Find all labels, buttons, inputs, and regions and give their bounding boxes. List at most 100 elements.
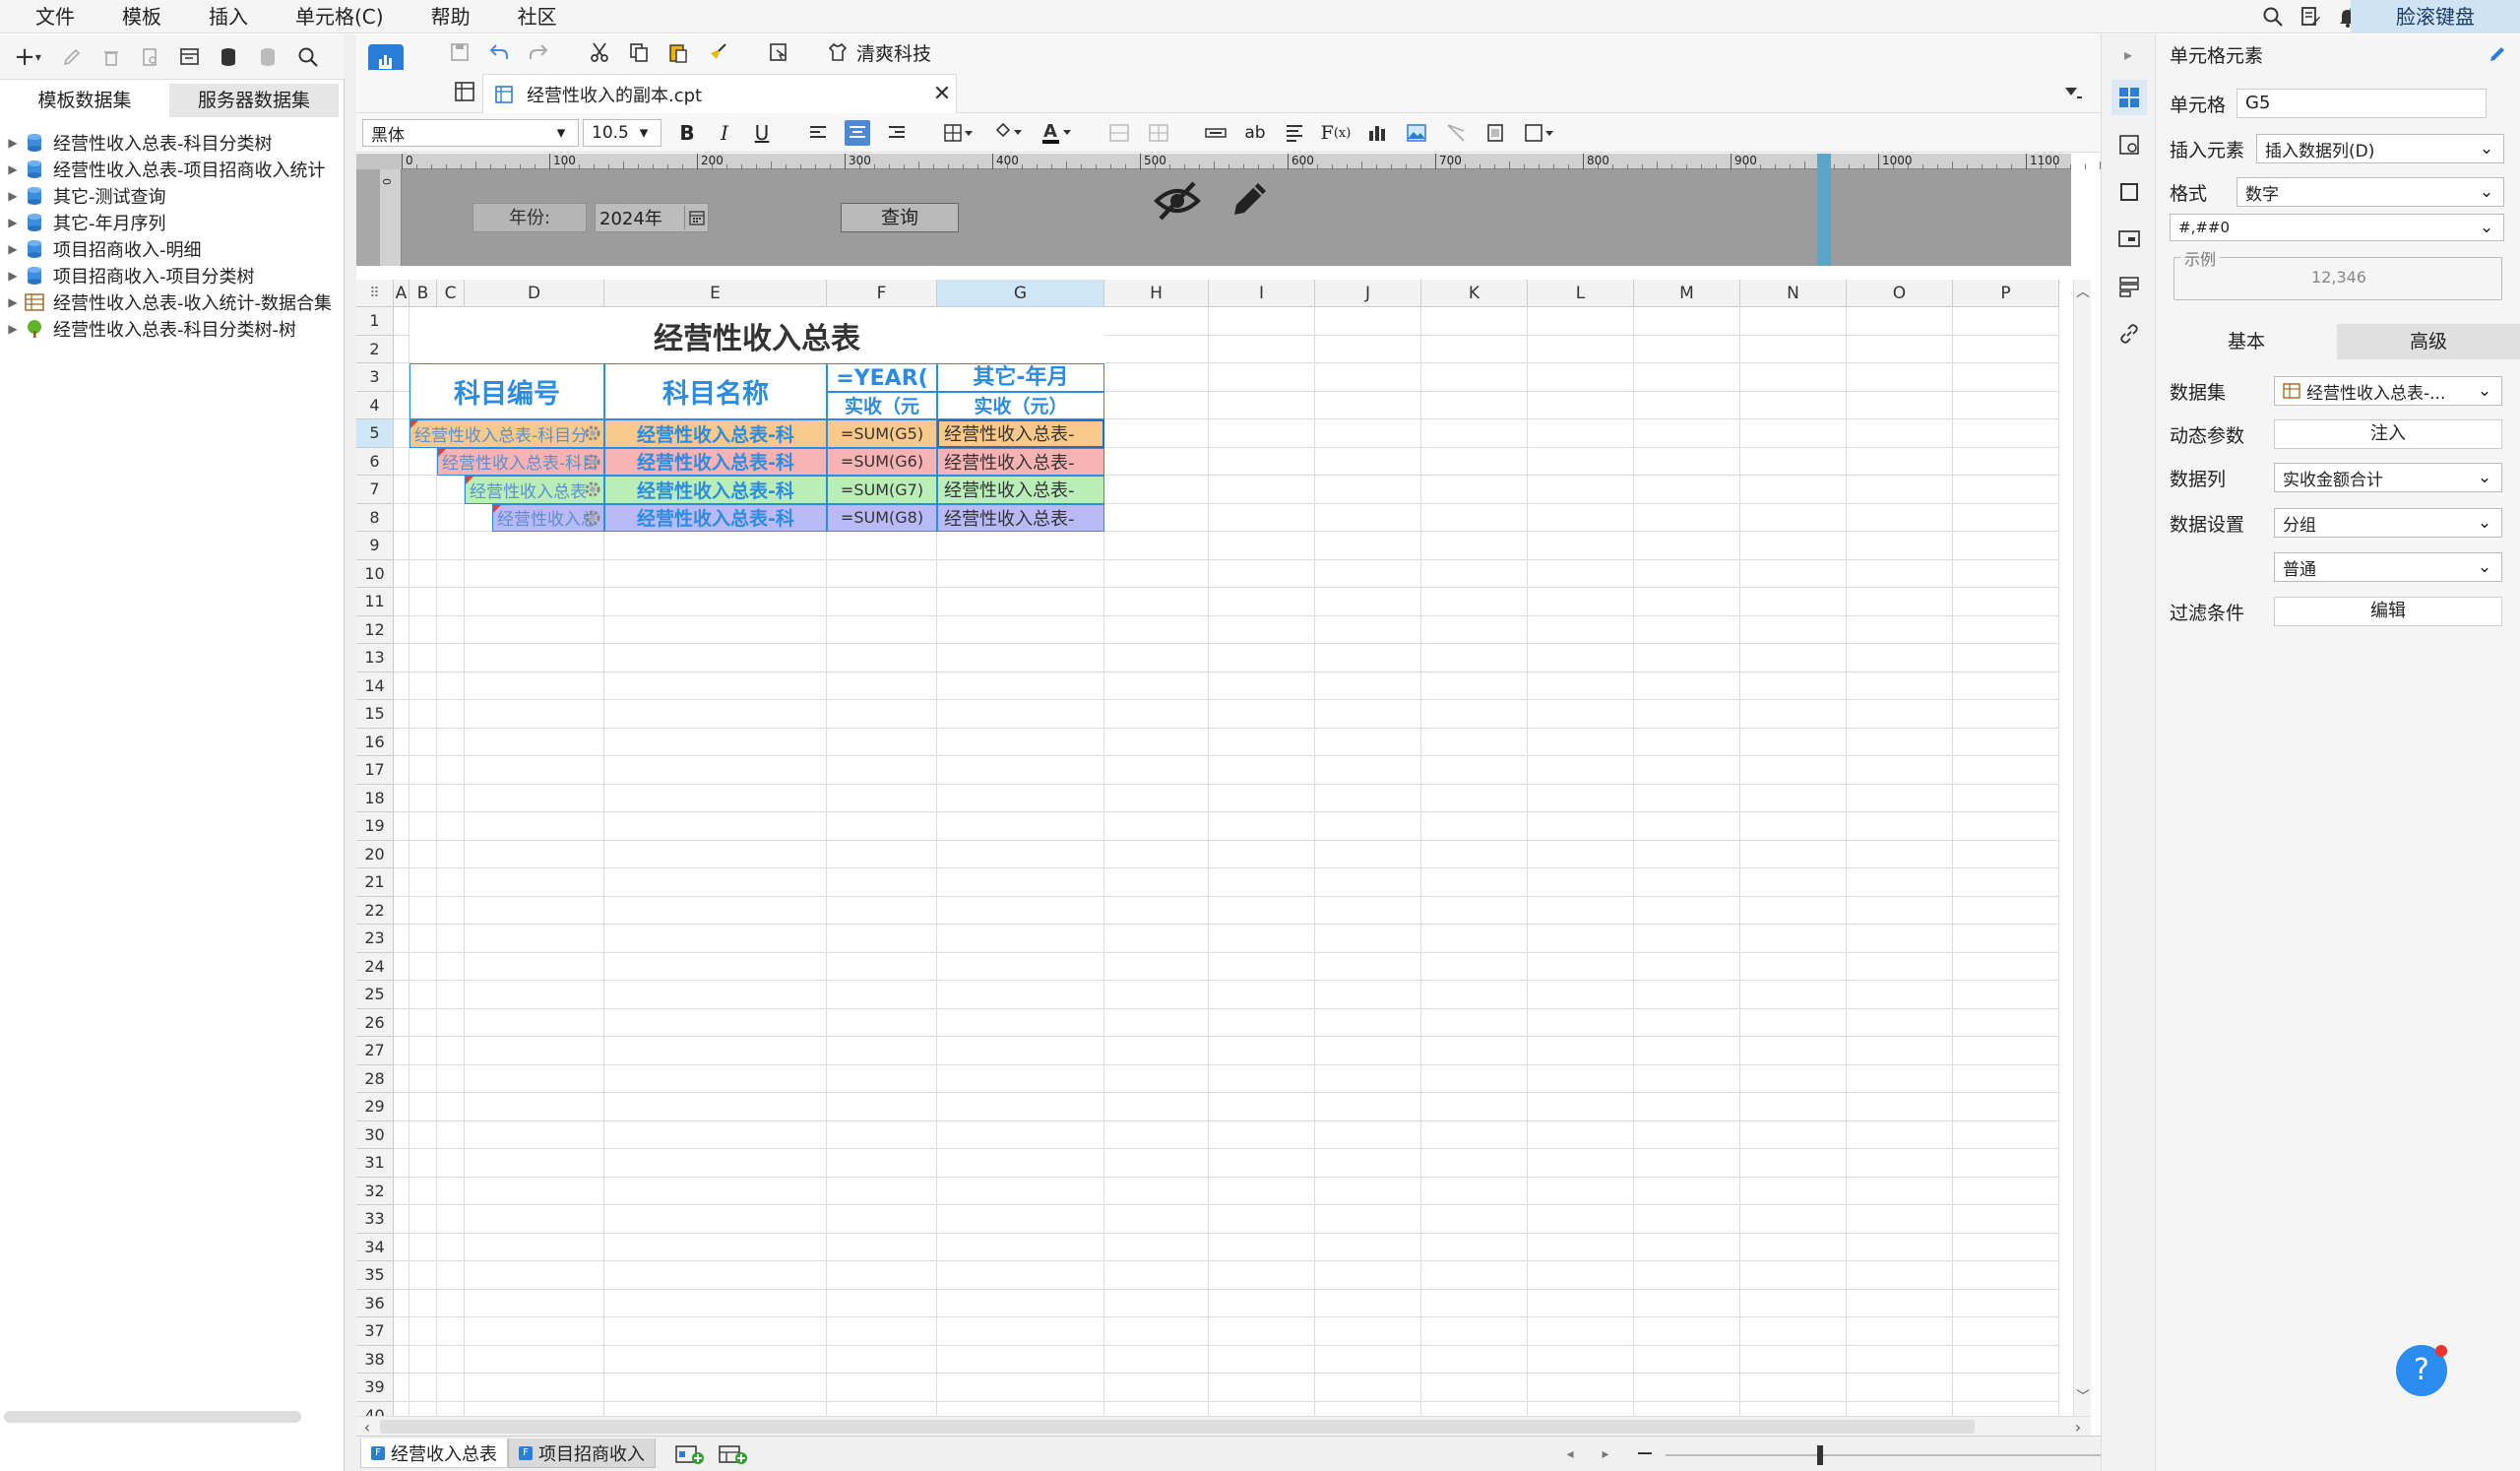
- row-header[interactable]: 35: [356, 1261, 394, 1290]
- redo-icon[interactable]: [526, 39, 551, 65]
- widget-settings-icon[interactable]: [2111, 222, 2147, 257]
- insert-formula-icon[interactable]: F (x): [1321, 122, 1352, 144]
- dataset-select[interactable]: 经营性收入总表-... ⌄: [2274, 376, 2502, 406]
- row-header[interactable]: 22: [356, 896, 394, 925]
- subject-name-cell[interactable]: 经营性收入总表-科: [604, 476, 827, 504]
- next-sheet-icon[interactable]: ▸: [1595, 1442, 1616, 1466]
- column-header[interactable]: E: [604, 280, 827, 307]
- horizontal-scrollbar[interactable]: ‹ ›: [356, 1416, 2091, 1437]
- row-header[interactable]: 33: [356, 1205, 394, 1234]
- panel-splitter[interactable]: [345, 34, 356, 1471]
- subject-name-cell[interactable]: 经营性收入总表-科: [604, 503, 827, 532]
- menu-item[interactable]: 社区: [494, 0, 581, 33]
- sheet-tab-2[interactable]: F 项目招商收入: [508, 1439, 656, 1468]
- column-header[interactable]: M: [1634, 280, 1740, 307]
- scroll-right-icon[interactable]: ›: [2069, 1417, 2087, 1437]
- row-header[interactable]: 13: [356, 644, 394, 672]
- expand-arrow-icon[interactable]: ▶: [4, 189, 22, 203]
- column-header[interactable]: J: [1315, 280, 1421, 307]
- expand-arrow-icon[interactable]: ▶: [4, 216, 22, 229]
- template-params-icon[interactable]: [766, 39, 791, 65]
- row-header[interactable]: 17: [356, 756, 394, 785]
- dataset-tree-item[interactable]: ▶ 其它-测试查询: [0, 182, 345, 209]
- row-header[interactable]: 12: [356, 615, 394, 644]
- copy-icon[interactable]: [626, 39, 652, 65]
- tab-basic[interactable]: 基本: [2156, 324, 2337, 359]
- sum-formula-cell[interactable]: =SUM(G6): [827, 447, 937, 476]
- dataset-tree-item[interactable]: ▶ 经营性收入总表-收入统计-数据合集: [0, 288, 345, 315]
- font-color-icon[interactable]: A: [1040, 120, 1075, 146]
- row-header[interactable]: 26: [356, 1008, 394, 1037]
- subject-name-cell[interactable]: 经营性收入总表-科: [604, 419, 827, 448]
- expand-arrow-icon[interactable]: ▶: [4, 136, 22, 150]
- insert-chart-icon[interactable]: [1364, 120, 1390, 146]
- format-type-select[interactable]: 数字 ⌄: [2236, 177, 2504, 207]
- column-header[interactable]: O: [1847, 280, 1953, 307]
- database-icon[interactable]: [217, 44, 242, 70]
- row-header[interactable]: 3: [356, 363, 394, 392]
- row-header[interactable]: 2: [356, 335, 394, 363]
- fill-color-icon[interactable]: [990, 120, 1026, 146]
- dataset-tree-item[interactable]: ▶ 项目招商收入-项目分类树: [0, 262, 345, 288]
- insert-slash-icon[interactable]: [1443, 120, 1469, 146]
- sheet-grid-icon[interactable]: [451, 78, 478, 105]
- amount-cell[interactable]: 经营性收入总表-: [937, 503, 1104, 532]
- company-shirt-icon[interactable]: [825, 39, 850, 65]
- cell-attribute-icon[interactable]: [2111, 127, 2147, 162]
- column-header[interactable]: A: [394, 280, 410, 307]
- expand-arrow-icon[interactable]: ▶: [4, 242, 22, 256]
- expand-arrow-icon[interactable]: ▶: [4, 269, 22, 283]
- expand-arrow-icon[interactable]: ▶: [4, 295, 22, 309]
- report-title-cell[interactable]: 经营性收入总表: [410, 307, 1104, 363]
- server-database-icon[interactable]: [256, 44, 282, 70]
- search-icon[interactable]: [2260, 4, 2286, 30]
- file-tab[interactable]: 经营性收入的副本.cpt ✕: [482, 74, 957, 113]
- format-painter-icon[interactable]: [705, 39, 730, 65]
- preview-icon[interactable]: [138, 44, 163, 70]
- edit-property-icon[interactable]: [2487, 43, 2508, 65]
- italic-icon[interactable]: I: [713, 121, 736, 145]
- row-header[interactable]: 8: [356, 503, 394, 532]
- row-header[interactable]: 31: [356, 1149, 394, 1178]
- data-setting-select[interactable]: 分组 ⌄: [2274, 508, 2502, 538]
- insert-text-icon[interactable]: [1203, 120, 1228, 146]
- insert-paragraph-icon[interactable]: [1282, 120, 1307, 146]
- column-header[interactable]: N: [1740, 280, 1847, 307]
- insert-float-icon[interactable]: [1522, 120, 1557, 146]
- format-pattern-select[interactable]: #,##0 ⌄: [2170, 214, 2504, 241]
- row-header[interactable]: 19: [356, 812, 394, 841]
- undo-icon[interactable]: [486, 39, 512, 65]
- row-header[interactable]: 6: [356, 447, 394, 476]
- row-header[interactable]: 23: [356, 925, 394, 953]
- scroll-left-icon[interactable]: ‹: [358, 1417, 376, 1437]
- row-header[interactable]: 37: [356, 1317, 394, 1346]
- row-header[interactable]: 25: [356, 981, 394, 1009]
- menu-item[interactable]: 帮助: [408, 0, 494, 33]
- split-cells-icon[interactable]: [1146, 120, 1171, 146]
- column-header[interactable]: D: [465, 280, 604, 307]
- add-dataset-icon[interactable]: + ▾: [10, 42, 45, 72]
- align-left-icon[interactable]: [805, 120, 831, 146]
- amount-cell[interactable]: 经营性收入总表-: [937, 476, 1104, 504]
- sub-header-g-cell[interactable]: 实收（元）: [937, 391, 1104, 419]
- column-header[interactable]: G: [937, 280, 1104, 307]
- year-date-input[interactable]: 2024年: [595, 203, 709, 232]
- dataset-tree-item[interactable]: ▶ 经营性收入总表-科目分类树: [0, 129, 345, 156]
- dataset-params-icon[interactable]: [177, 44, 203, 70]
- row-header[interactable]: 1: [356, 307, 394, 336]
- search-dataset-icon[interactable]: [295, 44, 321, 70]
- font-size-select[interactable]: 10.5 ▾: [583, 119, 662, 147]
- row-header[interactable]: 24: [356, 952, 394, 981]
- tab-menu-icon[interactable]: [2061, 82, 2085, 103]
- menu-item[interactable]: 单元格(C): [272, 0, 408, 33]
- header-month-cell[interactable]: 其它-年月: [937, 363, 1104, 392]
- select-all-corner[interactable]: ⠿: [356, 280, 394, 307]
- sheet-tab-1[interactable]: F 经营收入总表: [360, 1439, 508, 1468]
- group-mode-select[interactable]: 普通 ⌄: [2274, 552, 2502, 582]
- row-header[interactable]: 9: [356, 532, 394, 560]
- login-button[interactable]: 脸滚键盘: [2351, 0, 2520, 33]
- amount-cell[interactable]: 经营性收入总表-: [937, 447, 1104, 476]
- column-header[interactable]: B: [410, 280, 437, 307]
- row-header[interactable]: 27: [356, 1037, 394, 1065]
- header-code-cell[interactable]: 科目编号: [410, 363, 604, 419]
